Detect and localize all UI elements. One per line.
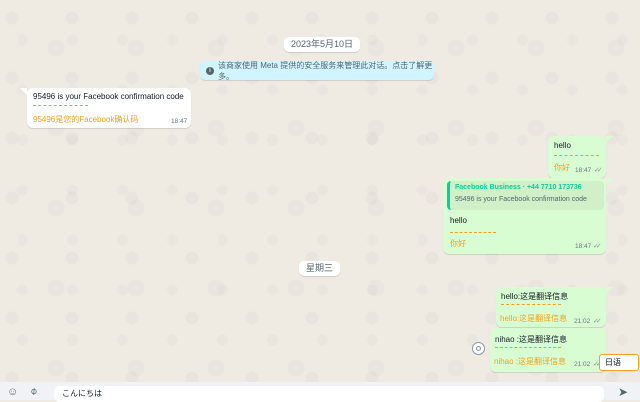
- translate-icon[interactable]: [472, 342, 485, 355]
- message-text: hello:这是翻译信息: [501, 292, 569, 301]
- incoming-message[interactable]: 95496 is your Facebook confirmation code…: [27, 88, 191, 128]
- message-time: 21:02: [574, 318, 591, 325]
- read-ticks-icon: ✓✓: [593, 361, 602, 368]
- message-text: nihao :这是翻译信息: [495, 335, 568, 344]
- translation-text: 你好: [554, 163, 570, 172]
- translation-text: hello:这是翻译信息: [500, 314, 568, 323]
- message-time: 18:47: [575, 167, 592, 174]
- info-icon: i: [206, 66, 214, 75]
- outgoing-message[interactable]: hello 你好 18:47 ✓✓: [548, 136, 606, 178]
- message-text: hello: [450, 216, 467, 225]
- outgoing-message[interactable]: nihao :这是翻译信息 nihao :这是翻译信息 21:02 ✓✓: [490, 328, 606, 372]
- emoji-icon[interactable]: ☺: [7, 386, 18, 398]
- notice-text: 该商家使用 Meta 提供的安全服务来管理此对话。点击了解更多。: [218, 60, 433, 81]
- translation-text: 你好: [450, 239, 466, 248]
- bubble-tail: [606, 136, 613, 143]
- bubble-tail: [606, 287, 613, 294]
- read-ticks-icon: ✓✓: [594, 167, 603, 174]
- quoted-sender: Facebook Business · +44 7710 173736: [455, 184, 582, 191]
- message-time: 18:47: [575, 243, 592, 250]
- quoted-message[interactable]: Facebook Business · +44 7710 173736 9549…: [447, 181, 604, 210]
- send-icon[interactable]: ➤: [618, 385, 628, 399]
- read-ticks-icon: ✓✓: [593, 318, 602, 325]
- composer-bar: ☺ ⌀ こんにちは ➤: [0, 382, 640, 402]
- message-time: 18:47: [171, 118, 188, 125]
- translation-divider: [501, 304, 561, 305]
- date-chip: 2023年5月10日: [284, 37, 361, 52]
- bubble-tail: [20, 88, 27, 95]
- translation-divider: [495, 347, 561, 348]
- day-chip: 星期三: [299, 261, 341, 276]
- translation-divider: [450, 232, 496, 233]
- translation-divider: [554, 155, 599, 156]
- translation-text: 95496是您的Facebook确认码: [33, 115, 139, 124]
- message-time: 21:02: [574, 361, 591, 368]
- security-notice[interactable]: i 该商家使用 Meta 提供的安全服务来管理此对话。点击了解更多。: [200, 60, 434, 81]
- translation-divider: [33, 105, 88, 106]
- language-select-button[interactable]: 日语: [599, 354, 639, 371]
- read-ticks-icon: ✓✓: [593, 243, 602, 250]
- outgoing-message[interactable]: hello:这是翻译信息 hello:这是翻译信息 21:02 ✓✓: [496, 287, 606, 327]
- bubble-tail: [606, 178, 613, 185]
- attach-icon[interactable]: ⌀: [28, 385, 40, 397]
- message-text: hello: [554, 141, 571, 150]
- quoted-text: 95496 is your Facebook confirmation code: [455, 196, 587, 203]
- message-text: 95496 is your Facebook confirmation code: [33, 92, 184, 101]
- translation-text: nihao :这是翻译信息: [494, 357, 567, 366]
